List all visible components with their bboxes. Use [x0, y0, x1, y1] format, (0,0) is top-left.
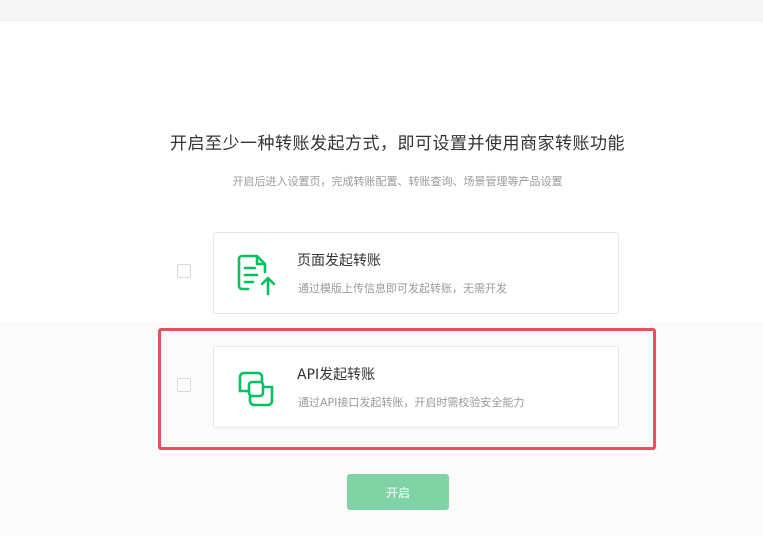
document-upload-icon — [237, 254, 276, 296]
page-subtitle: 开启后进入设置页，完成转账配置、转账查询、场景管理等产品设置 — [232, 175, 563, 188]
page-title: 开启至少一种转账发起方式，即可设置并使用商家转账功能 — [170, 134, 625, 154]
option-description: 通过模版上传信息即可发起转账，无需开发 — [298, 282, 507, 295]
option-description: 通过API接口发起转账，开启时需校验安全能力 — [298, 396, 525, 409]
page-transfer-checkbox[interactable] — [177, 264, 191, 278]
api-transfer-option-card[interactable]: API发起转账 通过API接口发起转账，开启时需校验安全能力 — [213, 346, 619, 428]
option-title: API发起转账 — [297, 367, 376, 383]
page-transfer-option-card[interactable]: 页面发起转账 通过模版上传信息即可发起转账，无需开发 — [213, 232, 619, 314]
enable-button[interactable]: 开启 — [347, 474, 449, 510]
api-transfer-checkbox[interactable] — [177, 378, 191, 392]
option-title: 页面发起转账 — [297, 253, 381, 269]
api-transfer-icon — [238, 371, 274, 407]
top-bar — [0, 0, 763, 21]
